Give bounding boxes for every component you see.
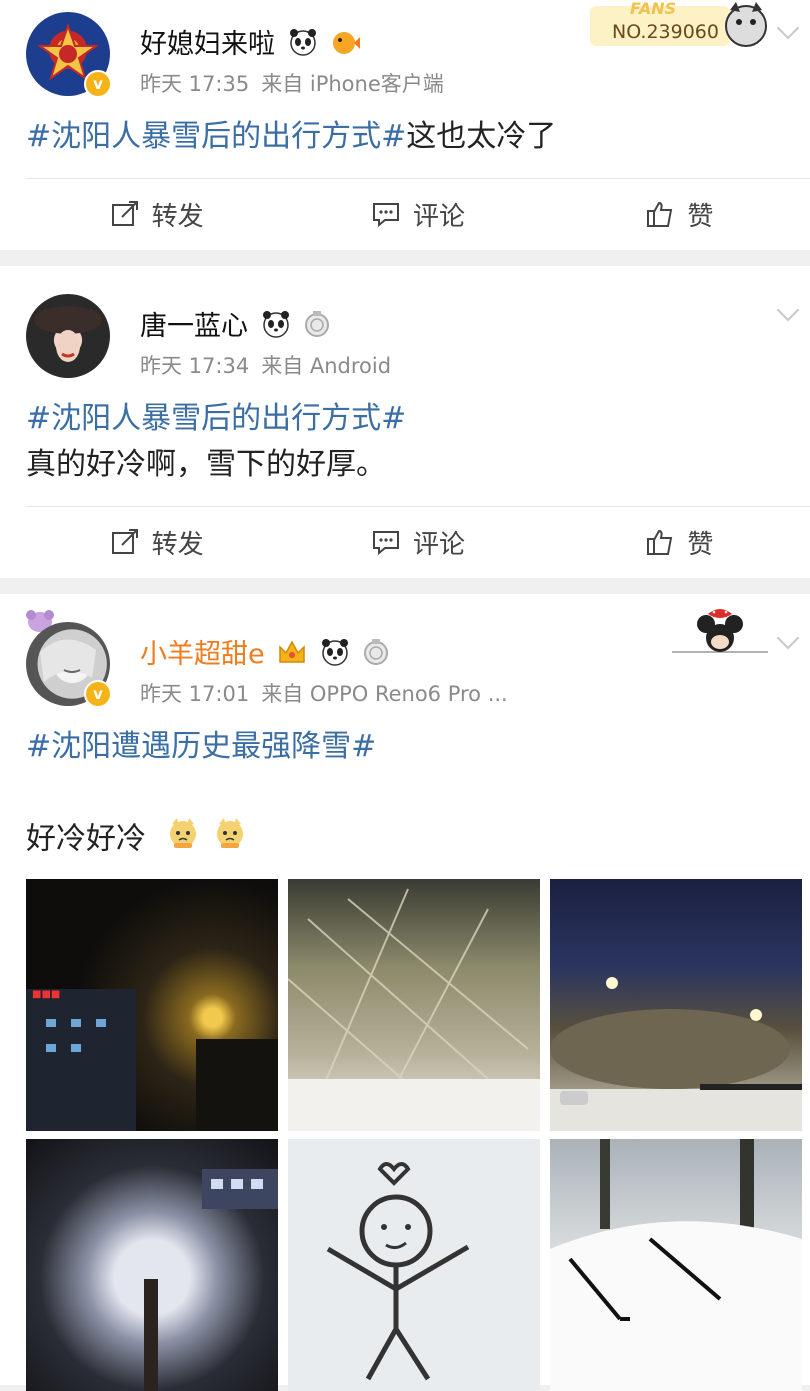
post-body: 好冷好冷 (26, 821, 146, 857)
crown-icon (277, 638, 307, 673)
post-time: 昨天 17:34 (140, 354, 250, 378)
emoji-dog-icon (213, 816, 247, 864)
like-button[interactable]: 赞 (549, 179, 810, 249)
comment-icon (372, 531, 399, 556)
comment-button[interactable]: 评论 (287, 179, 548, 249)
post-source: 来自 Android (261, 354, 392, 378)
svg-text:■■■: ■■■ (32, 989, 60, 1000)
post-time: 昨天 17:01 (140, 682, 250, 706)
minnie-card-decoration (672, 609, 768, 653)
username[interactable]: 唐一蓝心 (140, 304, 331, 346)
photo-content (326, 1162, 470, 1381)
topic-link[interactable]: #沈阳人暴雪后的出行方式# (26, 396, 784, 442)
topic-link[interactable]: #沈阳遭遇历史最强降雪# (26, 724, 784, 770)
repost-button[interactable]: 转发 (26, 507, 287, 577)
photo-snow-drawing[interactable] (288, 1139, 540, 1391)
post-body-line: 好冷好冷 (26, 816, 784, 864)
photo-night-building[interactable]: ■■■ (26, 879, 278, 1131)
post-3: v 小羊超甜e 昨天 17:01 来自 OPPO Reno6 Pro ... #沈… (0, 594, 810, 1391)
comment-icon (372, 203, 399, 228)
topic-link[interactable]: #沈阳人暴雪后的出行方式# (26, 119, 406, 154)
post-1: v 好媳妇来啦 昨天 17:35 来自 iPhone客户端 FANS NO.239… (0, 0, 810, 250)
post-meta: 昨天 17:35 来自 iPhone客户端 (140, 68, 444, 98)
post-2: 唐一蓝心 昨天 17:34 来自 Android #沈阳人暴雪后的出行方式# 真的… (0, 266, 810, 578)
avatar[interactable] (26, 294, 110, 378)
photo-content (144, 1169, 278, 1391)
post-text: #沈阳人暴雪后的出行方式# 真的好冷啊，雪下的好厚。 (26, 396, 784, 488)
panda-icon (288, 27, 318, 64)
photo-frozen-branches[interactable] (288, 879, 540, 1131)
fish-emoji-icon (330, 27, 361, 64)
photo-content (550, 977, 802, 1131)
username[interactable]: 好媳妇来啦 (140, 22, 361, 64)
photo-content: ■■■ (26, 989, 278, 1131)
comment-button[interactable]: 评论 (287, 507, 548, 577)
like-button[interactable]: 赞 (549, 507, 810, 577)
repost-icon (111, 201, 138, 226)
photo-snow-bench[interactable] (550, 1139, 802, 1391)
comment-label: 评论 (412, 529, 465, 560)
post-meta: 昨天 17:34 来自 Android (140, 350, 391, 380)
chevron-down-icon[interactable] (776, 298, 800, 322)
panda-icon (261, 309, 291, 346)
photo-content (550, 1139, 802, 1391)
chevron-down-icon[interactable] (776, 16, 800, 40)
comment-label: 评论 (412, 201, 465, 232)
fans-badge: FANS NO.239060 (590, 0, 767, 47)
photo-snowy-street[interactable] (550, 879, 802, 1131)
fans-word: FANS (630, 0, 676, 18)
portrait-icon (34, 306, 102, 362)
like-label: 赞 (687, 529, 714, 560)
fans-number: NO.239060 (612, 21, 719, 43)
like-icon (647, 201, 673, 227)
post-source: 来自 OPPO Reno6 Pro ... (261, 682, 508, 706)
post-text: #沈阳人暴雪后的出行方式#这也太冷了 (26, 114, 784, 160)
verified-badge-icon: v (84, 70, 112, 98)
repost-icon (111, 529, 138, 554)
username[interactable]: 小羊超甜e (140, 632, 390, 674)
post-meta: 昨天 17:01 来自 OPPO Reno6 Pro ... (140, 678, 508, 708)
post-source: 来自 iPhone客户端 (261, 72, 444, 96)
verified-badge-icon: v (84, 680, 112, 708)
chevron-down-icon[interactable] (776, 626, 800, 650)
medal-icon (303, 310, 331, 345)
post-time: 昨天 17:35 (140, 72, 250, 96)
photo-grid: ■■■ (26, 879, 802, 1391)
separator (0, 250, 810, 266)
repost-label: 转发 (151, 529, 204, 560)
repost-button[interactable]: 转发 (26, 179, 287, 249)
repost-label: 转发 (151, 201, 204, 232)
separator (0, 578, 810, 594)
like-label: 赞 (687, 201, 714, 232)
photo-frosted-tree[interactable] (26, 1139, 278, 1391)
photo-content (288, 888, 540, 1131)
post-text: #沈阳遭遇历史最强降雪# (26, 724, 784, 770)
action-bar: 转发 评论 赞 (26, 506, 810, 577)
post-body: 真的好冷啊，雪下的好厚。 (26, 447, 386, 482)
like-icon (647, 529, 673, 555)
action-bar: 转发 评论 赞 (26, 178, 810, 249)
medal-icon (362, 638, 390, 673)
post-body: 这也太冷了 (406, 119, 557, 154)
emoji-dog-icon (166, 816, 200, 864)
panda-icon (320, 637, 350, 674)
